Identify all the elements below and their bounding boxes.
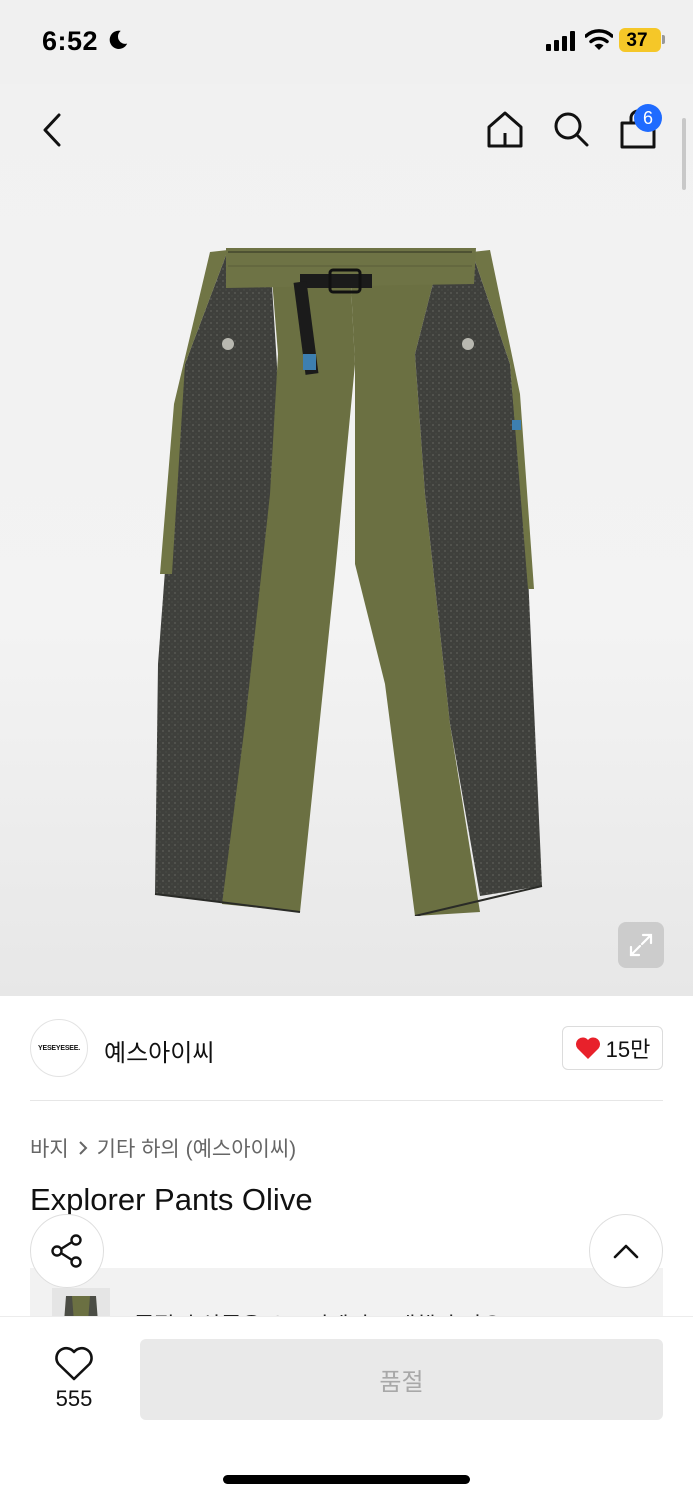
brand-logo[interactable]: YESEYESEE. [30,1019,88,1077]
divider [30,1100,663,1101]
battery-level: 37 [626,30,648,51]
home-indicator[interactable] [223,1475,470,1484]
pants-image [154,248,543,916]
pants-thumbnail-image [64,1296,98,1316]
cart-badge: 6 [634,104,662,132]
status-time: 6:52 [42,26,99,56]
wifi-icon [585,29,613,50]
battery-cap [662,35,665,44]
share-button[interactable] [30,1214,104,1288]
expand-image-button[interactable] [618,922,664,968]
share-icon [51,1234,82,1268]
home-button[interactable] [482,106,528,152]
scroll-indicator[interactable] [682,118,686,190]
soldout-button[interactable]: 품절 [140,1339,663,1420]
status-bar: 6:52 37 [0,0,693,84]
search-button[interactable] [548,106,594,152]
product-title: Explorer Pants Olive [30,1182,313,1217]
soldout-toast[interactable]: 품절된 상품은 스토어에서 구매했나 봐요 › [30,1268,663,1316]
brand-logo-text: YESEYESEE. [38,1044,80,1052]
wishlist-count: 555 [55,1386,93,1411]
battery-icon: 37 [619,28,661,52]
back-arrow-icon [43,113,61,147]
moon-icon [109,30,128,49]
back-button[interactable] [30,108,74,152]
soldout-label: 품절 [379,1369,424,1396]
breadcrumb: 바지 기타 하의 (예스아이씨) [30,1133,296,1163]
scroll-top-button[interactable] [589,1214,663,1288]
brand-like-count: 15만 [605,1037,651,1062]
heart-outline-icon [55,1346,93,1381]
breadcrumb-subcategory[interactable]: 기타 하의 (예스아이씨) [97,1133,297,1163]
breadcrumb-category[interactable]: 바지 [30,1133,69,1163]
search-icon [554,112,589,147]
toast-text: 품절된 상품은 스토어에서 구매했나 봐요 [134,1308,503,1316]
brand-name[interactable]: 예스아이씨 [104,1033,214,1068]
signal-icon [546,31,575,51]
home-icon [487,111,523,148]
expand-icon [629,933,653,957]
chevron-up-icon [613,1244,639,1259]
toast-thumbnail [52,1288,110,1316]
brand-like-button[interactable]: 15만 [562,1026,663,1070]
heart-filled-icon [575,1037,600,1059]
chevron-right-icon [78,1141,88,1155]
